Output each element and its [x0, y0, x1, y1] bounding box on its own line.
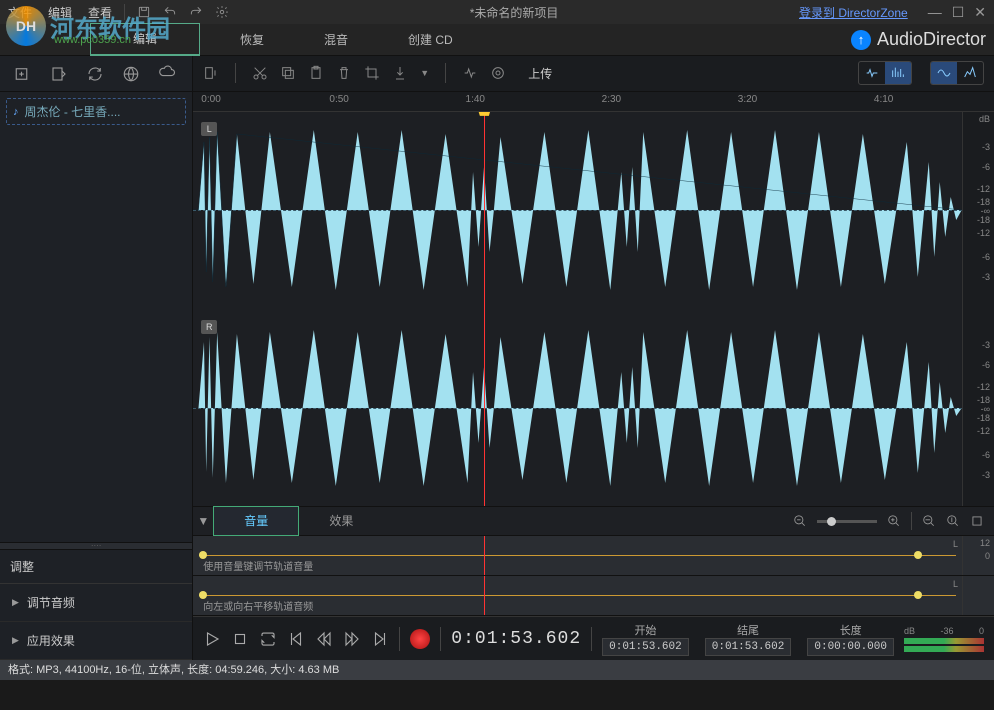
- tab-effects[interactable]: 效果: [299, 507, 383, 535]
- status-bar: 格式: MP3, 44100Hz, 16-位, 立体声, 长度: 04:59.2…: [0, 660, 994, 680]
- range-length-value: 0:00:00.000: [807, 638, 894, 656]
- cloud-icon[interactable]: [158, 65, 176, 83]
- view-wave-button[interactable]: [859, 62, 885, 84]
- channel-right-label: R: [201, 320, 217, 334]
- playhead[interactable]: [484, 112, 485, 506]
- range-length-label: 长度: [807, 622, 894, 638]
- globe-icon[interactable]: [122, 65, 140, 83]
- prev-button[interactable]: [287, 630, 305, 648]
- normalize-icon[interactable]: [462, 65, 478, 81]
- brand-icon: ↑: [851, 30, 871, 50]
- expand-icon: ▶: [12, 597, 19, 608]
- volume-automation-track[interactable]: 使用音量键调节轨道音量 L 12 0 dB: [193, 536, 994, 576]
- adjust-header: 调整: [0, 550, 192, 584]
- zoom-slider[interactable]: [817, 520, 877, 523]
- import-icon[interactable]: [14, 65, 32, 83]
- zoom-v-icon[interactable]: [946, 514, 960, 528]
- tab-restore[interactable]: 恢复: [240, 31, 264, 48]
- rewind-button[interactable]: [315, 630, 333, 648]
- redo-icon[interactable]: [189, 5, 203, 19]
- refresh-icon[interactable]: [86, 65, 104, 83]
- settings-icon[interactable]: [215, 5, 229, 19]
- tab-edit[interactable]: 编辑: [90, 23, 200, 56]
- timeline-ruler[interactable]: 0:00 0:50 1:40 2:30 3:20 4:10: [193, 92, 994, 112]
- export-icon[interactable]: [50, 65, 68, 83]
- maximize-button[interactable]: ☐: [952, 4, 965, 21]
- save-icon[interactable]: [137, 5, 151, 19]
- zoom-out-h-icon[interactable]: [793, 514, 807, 528]
- pan-automation-track[interactable]: 向左或向右平移轨道音频 L: [193, 576, 994, 616]
- music-note-icon: ♪: [13, 106, 19, 118]
- record-button[interactable]: [410, 629, 430, 649]
- project-title: *未命名的新项目: [229, 4, 799, 21]
- range-end-value[interactable]: 0:01:53.602: [705, 638, 792, 656]
- transport-bar: 0:01:53.602 开始 0:01:53.602 结尾 0:01:53.60…: [193, 616, 994, 660]
- play-button[interactable]: [203, 630, 221, 648]
- range-end-label: 结尾: [705, 622, 792, 638]
- left-panel: ♪ 周杰伦 - 七里香.... ···· 调整 ▶ 调节音频 ▶ 应用效果: [0, 56, 193, 660]
- paste-icon[interactable]: [308, 65, 324, 81]
- panel-gripper[interactable]: ····: [0, 542, 192, 550]
- tick-label: 3:20: [738, 94, 757, 105]
- file-list: ♪ 周杰伦 - 七里香....: [0, 92, 192, 542]
- delete-icon[interactable]: [336, 65, 352, 81]
- title-bar: 文件 编辑 查看 *未命名的新项目 登录到 DirectorZone — ☐ ✕: [0, 0, 994, 24]
- tick-label: 0:00: [201, 94, 220, 105]
- range-start-value[interactable]: 0:01:53.602: [602, 638, 689, 656]
- tick-label: 2:30: [602, 94, 621, 105]
- zoom-fit-icon[interactable]: [922, 514, 936, 528]
- adjust-audio-item[interactable]: ▶ 调节音频: [0, 584, 192, 622]
- next-button[interactable]: [371, 630, 389, 648]
- tick-label: 0:50: [329, 94, 348, 105]
- range-start-label: 开始: [602, 622, 689, 638]
- tab-create-cd[interactable]: 创建 CD: [408, 31, 453, 48]
- minimize-button[interactable]: —: [928, 4, 942, 21]
- file-item[interactable]: ♪ 周杰伦 - 七里香....: [6, 98, 186, 125]
- menu-edit[interactable]: 编辑: [48, 4, 72, 21]
- upload-button[interactable]: 上传: [518, 63, 562, 84]
- tick-label: 4:10: [874, 94, 893, 105]
- select-tool-icon[interactable]: [203, 65, 219, 81]
- display-mode-b-button[interactable]: [957, 62, 983, 84]
- cut-icon[interactable]: [252, 65, 268, 81]
- loop-button[interactable]: [259, 630, 277, 648]
- effects-icon[interactable]: [490, 65, 506, 81]
- copy-icon[interactable]: [280, 65, 296, 81]
- stop-button[interactable]: [231, 630, 249, 648]
- apply-effect-item[interactable]: ▶ 应用效果: [0, 622, 192, 660]
- close-button[interactable]: ✕: [974, 4, 986, 21]
- zoom-in-h-icon[interactable]: [887, 514, 901, 528]
- forward-button[interactable]: [343, 630, 361, 648]
- expand-icon: ▶: [12, 635, 19, 646]
- display-mode-a-button[interactable]: [931, 62, 957, 84]
- menu-file[interactable]: 文件: [8, 4, 32, 21]
- level-meter: dB-360: [904, 626, 984, 652]
- mode-row: 编辑 恢复 混音 创建 CD ↑ AudioDirector: [0, 24, 994, 56]
- collapse-icon[interactable]: ▼: [193, 514, 213, 528]
- editor-toolbar: ▼ 上传: [193, 56, 994, 92]
- lower-tab-row: ▼ 音量 效果: [193, 506, 994, 536]
- marker-icon[interactable]: [392, 65, 408, 81]
- waveform-area[interactable]: L R: [193, 112, 994, 506]
- crop-icon[interactable]: [364, 65, 380, 81]
- db-scale: dB -3 -6 -12 -18 -∞ -18 -12 -6 -3 -3 -6 …: [962, 112, 994, 506]
- app-brand: ↑ AudioDirector: [851, 29, 986, 50]
- settings-small-icon[interactable]: [970, 514, 984, 528]
- menu-view[interactable]: 查看: [88, 4, 112, 21]
- tab-volume[interactable]: 音量: [213, 506, 299, 536]
- channel-left-label: L: [201, 122, 217, 136]
- view-spectral-button[interactable]: [885, 62, 911, 84]
- tick-label: 1:40: [466, 94, 485, 105]
- tab-mix[interactable]: 混音: [324, 31, 348, 48]
- undo-icon[interactable]: [163, 5, 177, 19]
- time-display: 0:01:53.602: [451, 629, 581, 649]
- login-link[interactable]: 登录到 DirectorZone: [799, 4, 908, 21]
